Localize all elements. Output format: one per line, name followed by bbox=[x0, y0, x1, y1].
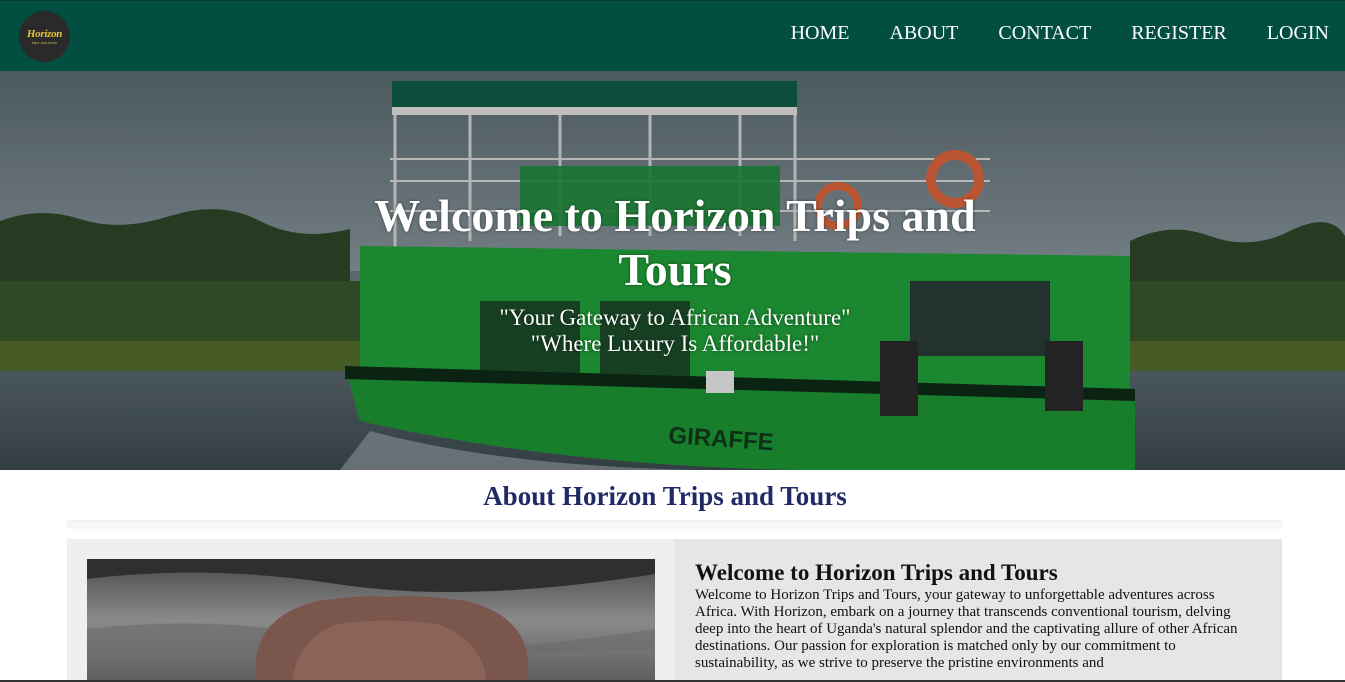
logo-text: Horizon bbox=[26, 27, 63, 40]
logo[interactable]: Horizon trips and tours bbox=[19, 11, 70, 62]
nav-register-link[interactable]: REGISTER bbox=[1131, 19, 1227, 47]
hero-tagline: "Your Gateway to African Adventure" bbox=[499, 305, 851, 330]
about-card: Welcome to Horizon Trips and Tours Welco… bbox=[67, 539, 1282, 682]
about-card-title: Welcome to Horizon Trips and Tours bbox=[695, 560, 1058, 585]
section-divider bbox=[67, 520, 1282, 526]
nav-menu: HOME ABOUT CONTACT REGISTER LOGIN bbox=[751, 19, 1329, 47]
hero-title: Welcome to Horizon Trips and Tours bbox=[374, 190, 976, 295]
logo-tagline: trips and tours bbox=[31, 39, 58, 45]
about-card-body: Welcome to Horizon Trips and Tours, your… bbox=[695, 587, 1238, 671]
nav-about-link[interactable]: ABOUT bbox=[889, 19, 958, 47]
nav-login-link[interactable]: LOGIN bbox=[1267, 19, 1329, 47]
about-section-heading: About Horizon Trips and Tours bbox=[483, 481, 847, 511]
nav-home-link[interactable]: HOME bbox=[791, 19, 850, 47]
nav-contact-link[interactable]: CONTACT bbox=[998, 19, 1091, 47]
about-text-panel: Welcome to Horizon Trips and Tours Welco… bbox=[675, 539, 1282, 682]
hero-banner: GIRAFFE Welcome to Horizon Trips and Tou… bbox=[0, 71, 1345, 470]
navbar: Horizon trips and tours HOME ABOUT CONTA… bbox=[0, 0, 1345, 71]
elephant-image bbox=[87, 559, 655, 682]
hero-slogan: "Where Luxury Is Affordable!" bbox=[530, 331, 820, 356]
